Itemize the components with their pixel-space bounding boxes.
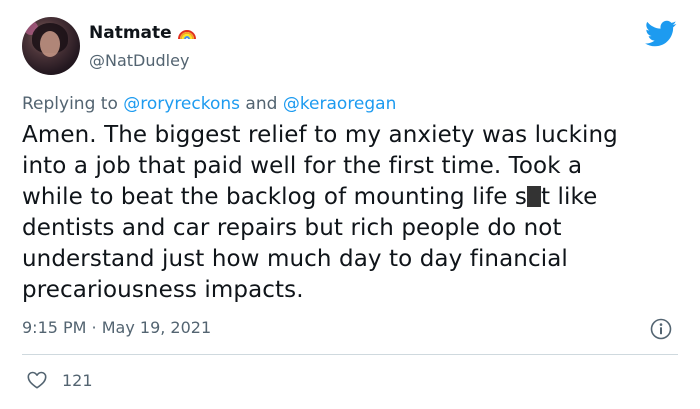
tweet-line: dentists and car repairs but rich people… [22,215,562,241]
avatar-photo-detail [40,31,60,57]
heart-icon [27,371,47,389]
mention-link[interactable]: @roryreckons [123,94,240,114]
info-icon[interactable] [650,318,672,340]
tweet-text: Amen. The biggest relief to my anxiety w… [22,120,682,306]
replying-to: Replying to @roryreckons and @keraoregan [22,94,396,114]
like-count: 121 [62,370,93,390]
replying-to-conjunction: and [245,94,278,114]
avatar[interactable] [22,17,80,75]
rainbow-icon [177,30,196,40]
tweet-line: understand just how much day to day fina… [22,246,568,272]
tweet-line-part: while to beat the backlog of mounting li… [22,184,528,210]
tweet-line: Amen. The biggest relief to my anxiety w… [22,122,618,148]
author-name-row[interactable]: Natmate [89,23,197,43]
like-button[interactable]: 121 [26,369,93,391]
author-name[interactable]: Natmate [89,23,172,43]
mention-link[interactable]: @keraoregan [283,94,397,114]
tweet-line: precariousness impacts. [22,277,304,303]
tweet-timestamp[interactable]: 9:15 PM · May 19, 2021 [22,318,211,337]
tweet-line: while to beat the backlog of mounting li… [22,182,682,213]
tweet-line-part: t like [541,184,598,210]
twitter-bird-icon[interactable] [645,20,677,48]
author-handle[interactable]: @NatDudley [89,51,189,70]
replying-to-prefix: Replying to [22,94,118,114]
divider [22,354,678,355]
tweet-line: into a job that paid well for the first … [22,153,583,179]
censor-block [527,186,542,207]
